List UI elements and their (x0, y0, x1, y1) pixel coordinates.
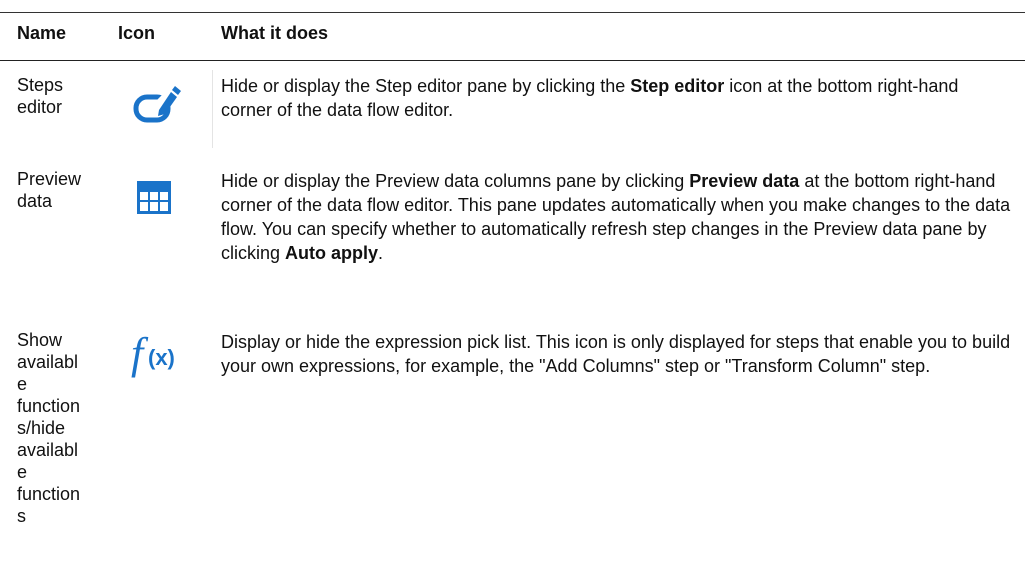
row-name-line: Steps (17, 75, 64, 95)
column-header-description: What it does (221, 23, 328, 43)
top-rule (0, 12, 1025, 13)
desc-bold-preview-data: Preview data (689, 171, 800, 191)
row-name-line: s (17, 506, 26, 526)
row-name-line: availabl (17, 352, 79, 372)
row-name-line: function (17, 484, 81, 504)
svg-text:f: f (131, 330, 149, 378)
function-fx-icon: f (x) (131, 330, 175, 378)
row-description: Display or hide the expression pick list… (221, 330, 1011, 378)
row-name-line: s/hide (17, 418, 66, 438)
row-name-cell: Steps editor (17, 74, 112, 118)
row-name-line: e (17, 374, 28, 394)
row-name-line: availabl (17, 440, 79, 460)
preview-data-grid-icon (137, 181, 171, 214)
desc-text: . (378, 243, 384, 263)
desc-bold-step-editor: Step editor (630, 76, 725, 96)
row-description: Hide or display the Preview data columns… (221, 169, 1011, 265)
row-name-line: Show (17, 330, 63, 350)
desc-text: Hide or display the Step editor pane by … (221, 76, 631, 96)
row-name-line: function (17, 396, 81, 416)
svg-text:(x): (x) (148, 345, 175, 370)
row-description: Hide or display the Step editor pane by … (221, 74, 1011, 122)
column-header-icon: Icon (118, 23, 156, 43)
desc-bold-auto-apply: Auto apply (285, 243, 379, 263)
row-name-line: editor (17, 97, 63, 117)
row-name-cell: Show availabl e function s/hide availabl… (17, 329, 112, 527)
header-rule (0, 60, 1025, 61)
desc-text: Hide or display the Preview data columns… (221, 171, 690, 191)
desc-text: Display or hide the expression pick list… (221, 332, 1011, 376)
icon-cell-divider (212, 70, 213, 148)
row-name-cell: Preview data (17, 168, 112, 212)
row-name-line: data (17, 191, 53, 211)
step-editor-icon (133, 84, 181, 123)
column-header-name: Name (17, 23, 67, 43)
row-name-line: e (17, 462, 28, 482)
row-name-line: Preview (17, 169, 82, 189)
